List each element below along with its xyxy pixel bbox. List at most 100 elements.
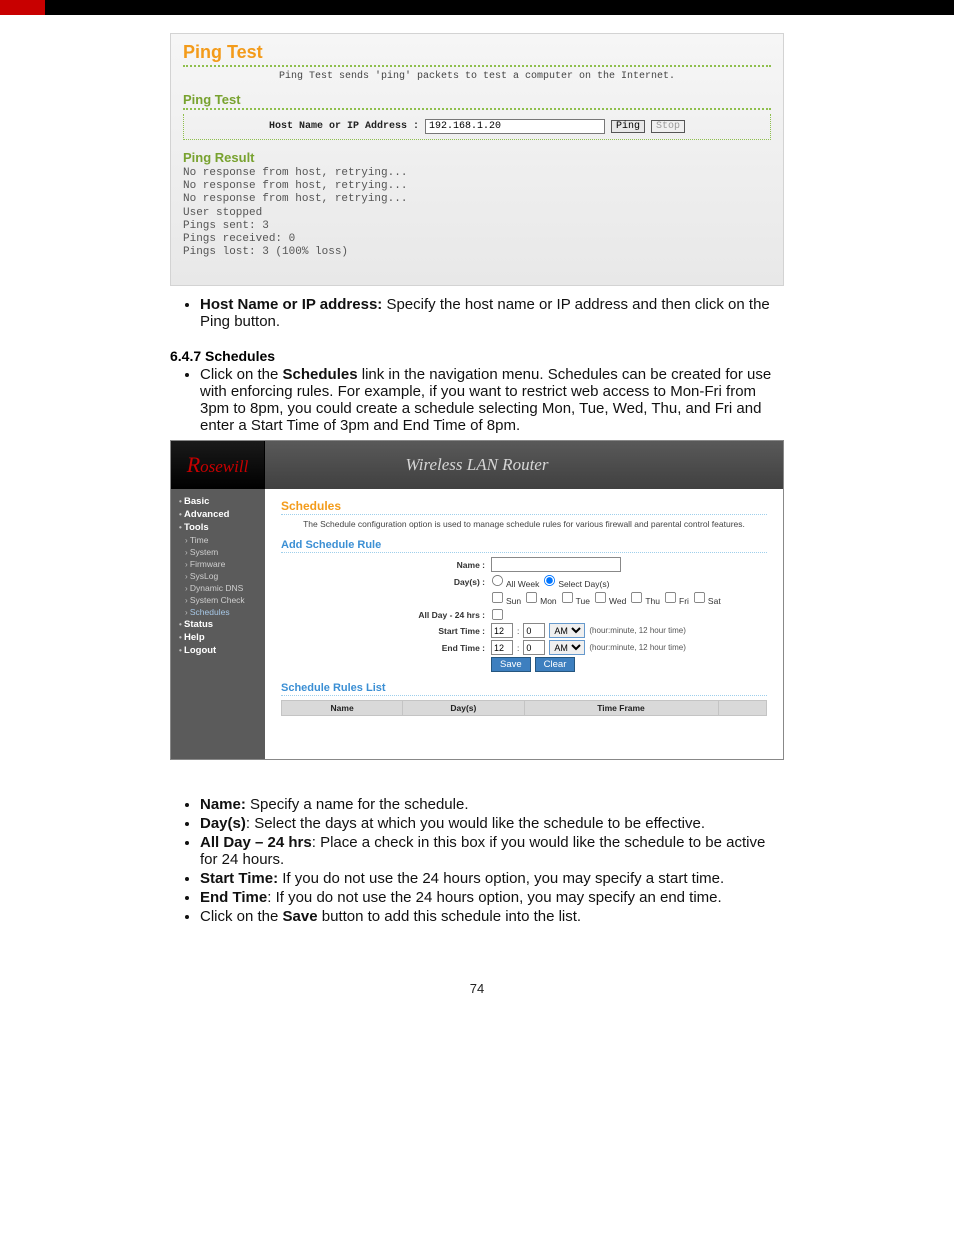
page-number: 74 — [170, 981, 784, 996]
cb-thu-label[interactable]: Thu — [630, 591, 660, 606]
cb-sat[interactable] — [694, 592, 705, 603]
sidebar: Basic Advanced Tools Time System Firmwar… — [171, 489, 265, 759]
cb-sat-label[interactable]: Sat — [693, 591, 721, 606]
ping-result-heading: Ping Result — [183, 150, 771, 165]
ping-button[interactable]: Ping — [611, 120, 645, 133]
ping-form: Host Name or IP Address : Ping Stop — [183, 114, 771, 140]
time-hint: (hour:minute, 12 hour time) — [589, 626, 686, 635]
ping-result-output: No response from host, retrying... No re… — [183, 167, 771, 259]
bullet-text: If you do not use the 24 hours option, y… — [278, 870, 724, 887]
list-item: End Time: If you do not use the 24 hours… — [200, 889, 784, 906]
sidebar-item-basic[interactable]: Basic — [171, 495, 265, 508]
divider — [281, 514, 767, 515]
cb-sun[interactable] — [492, 592, 503, 603]
col-days: Day(s) — [403, 701, 524, 716]
schedules-link-text: Schedules — [283, 366, 358, 383]
bullet-label: Save — [283, 908, 318, 925]
end-ampm-select[interactable]: AM — [549, 640, 585, 655]
time-hint: (hour:minute, 12 hour time) — [589, 643, 686, 652]
save-button[interactable]: Save — [491, 657, 531, 672]
bullet-label: All Day – 24 hrs — [200, 834, 312, 851]
host-label: Host Name or IP Address : — [269, 121, 419, 132]
name-label: Name : — [281, 560, 491, 570]
bullet-label: End Time — [200, 889, 267, 906]
list-item: Name: Specify a name for the schedule. — [200, 796, 784, 813]
ping-test-panel: Ping Test Ping Test sends 'ping' packets… — [170, 33, 784, 286]
col-name: Name — [282, 701, 403, 716]
divider — [281, 552, 767, 553]
days-label: Day(s) : — [281, 577, 491, 587]
add-rule-heading: Add Schedule Rule — [281, 539, 767, 551]
cb-wed[interactable] — [595, 592, 606, 603]
schedules-title: Schedules — [281, 499, 767, 513]
sidebar-item-help[interactable]: Help — [171, 631, 265, 644]
sidebar-item-syscheck[interactable]: System Check — [171, 594, 265, 606]
cb-wed-label[interactable]: Wed — [594, 591, 626, 606]
divider — [183, 108, 771, 110]
bullet-text: : If you do not use the 24 hours option,… — [267, 889, 721, 906]
rules-table: Name Day(s) Time Frame — [281, 700, 767, 716]
router-header: RRosewillosewill Wireless LAN Router — [171, 441, 783, 489]
start-min-input[interactable] — [523, 623, 545, 638]
divider — [183, 65, 771, 67]
radio-all-week[interactable] — [492, 575, 503, 586]
cb-thu[interactable] — [631, 592, 642, 603]
list-item: All Day – 24 hrs: Place a check in this … — [200, 834, 784, 868]
sidebar-item-advanced[interactable]: Advanced — [171, 508, 265, 521]
end-hour-input[interactable] — [491, 640, 513, 655]
router-main: Schedules The Schedule configuration opt… — [265, 489, 783, 759]
ping-test-heading: Ping Test — [183, 92, 771, 107]
cb-mon[interactable] — [526, 592, 537, 603]
list-item: Start Time: If you do not use the 24 hou… — [200, 870, 784, 887]
schedule-bullets: Name: Specify a name for the schedule. D… — [170, 796, 784, 925]
sidebar-item-time[interactable]: Time — [171, 534, 265, 546]
sidebar-item-tools[interactable]: Tools — [171, 521, 265, 534]
cb-tue-label[interactable]: Tue — [561, 591, 590, 606]
sidebar-item-syslog[interactable]: SysLog — [171, 570, 265, 582]
radio-select-days-label[interactable]: Select Day(s) — [543, 574, 609, 589]
col-action — [718, 701, 767, 716]
cb-mon-label[interactable]: Mon — [525, 591, 557, 606]
bullet-label: Host Name or IP address: — [200, 296, 382, 313]
list-item: Host Name or IP address: Specify the hos… — [200, 296, 784, 330]
name-input[interactable] — [491, 557, 621, 572]
cb-tue[interactable] — [562, 592, 573, 603]
accent-bar — [0, 0, 45, 15]
col-time: Time Frame — [524, 701, 718, 716]
end-min-input[interactable] — [523, 640, 545, 655]
radio-all-week-text: All Week — [506, 579, 539, 589]
sidebar-item-system[interactable]: System — [171, 546, 265, 558]
allday-checkbox[interactable] — [492, 609, 503, 620]
section-bullets: Click on the Schedules link in the navig… — [170, 366, 784, 434]
rosewill-logo: RRosewillosewill — [171, 441, 265, 489]
radio-all-week-label[interactable]: All Week — [491, 574, 539, 589]
router-ui: RRosewillosewill Wireless LAN Router Bas… — [170, 440, 784, 760]
cb-sun-label[interactable]: Sun — [491, 591, 521, 606]
cb-fri-label[interactable]: Fri — [664, 591, 689, 606]
start-hour-input[interactable] — [491, 623, 513, 638]
list-item: Click on the Schedules link in the navig… — [200, 366, 784, 434]
bullet-label: Day(s) — [200, 815, 246, 832]
cb-fri[interactable] — [665, 592, 676, 603]
sidebar-item-logout[interactable]: Logout — [171, 644, 265, 657]
clear-button[interactable]: Clear — [535, 657, 576, 672]
stop-button[interactable]: Stop — [651, 120, 685, 133]
divider — [281, 695, 767, 696]
sidebar-item-dyndns[interactable]: Dynamic DNS — [171, 582, 265, 594]
end-time-label: End Time : — [281, 643, 491, 653]
bullet-label: Name: — [200, 796, 246, 813]
rules-list-heading: Schedule Rules List — [281, 682, 767, 694]
sidebar-item-firmware[interactable]: Firmware — [171, 558, 265, 570]
bullet-label: Start Time: — [200, 870, 278, 887]
start-ampm-select[interactable]: AM — [549, 623, 585, 638]
sidebar-item-status[interactable]: Status — [171, 618, 265, 631]
ping-bullets: Host Name or IP address: Specify the hos… — [170, 296, 784, 330]
bullet-text: : Select the days at which you would lik… — [246, 815, 705, 832]
panel-description: Ping Test sends 'ping' packets to test a… — [183, 71, 771, 82]
bullet-text: Specify a name for the schedule. — [246, 796, 469, 813]
radio-select-days-text: Select Day(s) — [558, 579, 609, 589]
list-item: Day(s): Select the days at which you wou… — [200, 815, 784, 832]
sidebar-item-schedules[interactable]: Schedules — [171, 606, 265, 618]
radio-select-days[interactable] — [544, 575, 555, 586]
host-input[interactable] — [425, 119, 605, 134]
